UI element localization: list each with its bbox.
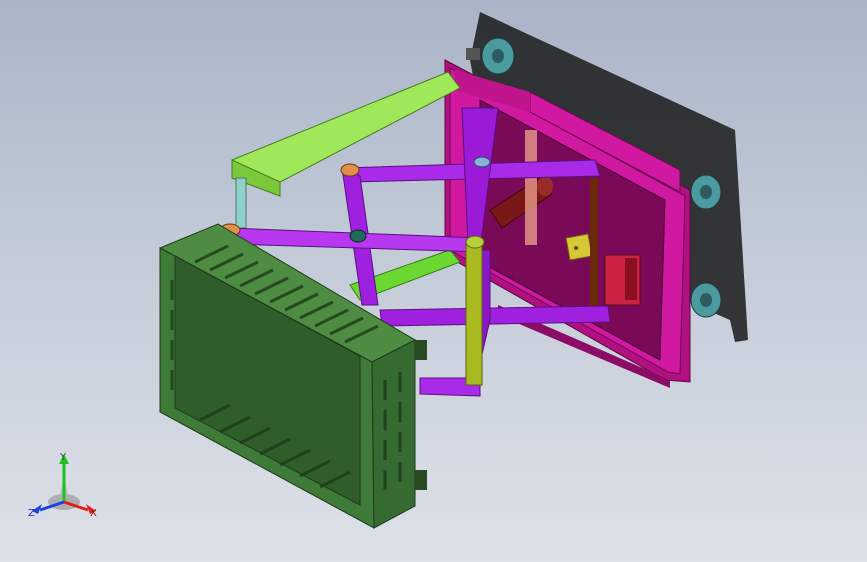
y-axis-label: Y <box>59 452 67 463</box>
graphics-viewport[interactable]: Y X Z <box>0 0 867 562</box>
cad-model-view[interactable] <box>0 0 867 562</box>
caster-wheel-right-lower[interactable] <box>690 282 722 318</box>
crate[interactable] <box>158 223 427 529</box>
sensor-box[interactable] <box>565 233 593 261</box>
z-axis-label: Z <box>28 508 35 519</box>
coordinate-triad[interactable]: Y X Z <box>24 450 104 525</box>
side-rail[interactable] <box>231 71 461 229</box>
x-axis-label: X <box>90 508 97 519</box>
motor-box[interactable] <box>604 254 641 306</box>
caster-wheel-right-upper[interactable] <box>690 174 722 210</box>
vertical-post <box>590 178 598 308</box>
